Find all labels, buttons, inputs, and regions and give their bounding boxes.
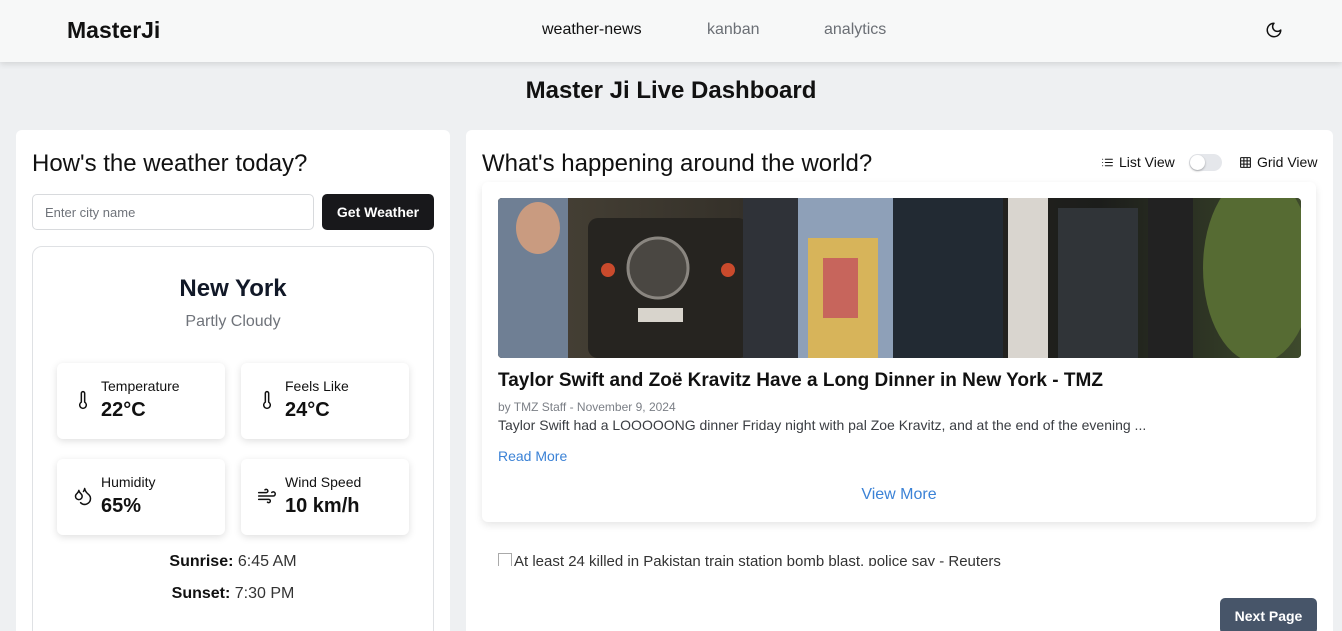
city-name: New York <box>179 275 287 302</box>
next-article-image[interactable]: At least 24 killed in Pakistan train sta… <box>498 553 1058 566</box>
moon-icon[interactable] <box>1265 21 1283 39</box>
list-icon <box>1102 158 1113 166</box>
stat-label: Temperature <box>101 378 180 394</box>
stat-feels-like: Feels Like 24°C <box>241 363 409 439</box>
stat-value: 65% <box>101 495 142 517</box>
get-weather-button[interactable]: Get Weather <box>322 194 434 230</box>
weather-condition: Partly Cloudy <box>185 313 281 330</box>
weather-card: How's the weather today? Get Weather New… <box>16 130 450 631</box>
sunrise-time: 6:45 AM <box>237 553 297 570</box>
grid-view-toggle[interactable]: Grid View <box>1239 154 1317 170</box>
news-card: What's happening around the world? List … <box>466 130 1333 631</box>
stat-label: Humidity <box>101 474 156 490</box>
stat-humidity: Humidity 65% <box>57 459 225 535</box>
stat-value: 22°C <box>101 399 146 421</box>
top-navbar: MasterJi weather-news kanban analytics <box>0 0 1342 62</box>
nav-link-kanban[interactable]: kanban <box>707 21 760 39</box>
read-more-link[interactable]: Read More <box>498 448 567 464</box>
page-title: Master Ji Live Dashboard <box>525 77 817 104</box>
stat-label: Feels Like <box>285 378 349 394</box>
thermometer-icon <box>78 390 88 410</box>
view-more-link[interactable]: View More <box>482 486 1316 504</box>
thermometer-icon <box>262 390 272 410</box>
brand-logo[interactable]: MasterJi <box>67 17 160 44</box>
article-meta: by TMZ Staff - November 9, 2024 <box>498 400 676 414</box>
view-mode-switch[interactable] <box>1189 154 1222 171</box>
weather-result-panel: New York Partly Cloudy Temperature 22°C … <box>32 246 434 631</box>
sunset-line: Sunset: 7:30 PM <box>33 585 433 603</box>
list-view-label: List View <box>1119 154 1175 170</box>
grid-icon <box>1240 156 1251 168</box>
stat-wind-speed: Wind Speed 10 km/h <box>241 459 409 535</box>
news-article-card: Taylor Swift and Zoë Kravitz Have a Long… <box>482 182 1316 522</box>
wind-icon <box>257 488 277 504</box>
next-article-alt: At least 24 killed in Pakistan train sta… <box>514 553 1001 566</box>
droplets-icon <box>74 487 92 506</box>
switch-knob <box>1190 155 1205 170</box>
sunset-time: 7:30 PM <box>234 585 295 602</box>
article-description: Taylor Swift had a LOOOOONG dinner Frida… <box>498 417 1147 433</box>
article-title[interactable]: Taylor Swift and Zoë Kravitz Have a Long… <box>498 370 1103 392</box>
sunset-label: Sunset: <box>171 585 231 602</box>
stat-temperature: Temperature 22°C <box>57 363 225 439</box>
news-photo <box>498 198 1301 358</box>
grid-view-label: Grid View <box>1257 154 1318 170</box>
broken-image-icon <box>498 553 512 566</box>
article-image[interactable] <box>498 198 1301 358</box>
list-view-toggle[interactable]: List View <box>1101 154 1175 170</box>
nav-link-weather-news[interactable]: weather-news <box>542 21 642 39</box>
nav-link-analytics[interactable]: analytics <box>824 21 886 39</box>
stat-value: 10 km/h <box>285 495 360 517</box>
city-search-input[interactable] <box>32 194 314 230</box>
weather-heading: How's the weather today? <box>32 150 308 177</box>
stat-label: Wind Speed <box>285 474 362 490</box>
next-page-button[interactable]: Next Page <box>1220 598 1317 631</box>
stat-value: 24°C <box>285 399 330 421</box>
sunrise-label: Sunrise: <box>169 553 234 570</box>
sunrise-line: Sunrise: 6:45 AM <box>33 553 433 571</box>
news-heading: What's happening around the world? <box>482 150 873 177</box>
